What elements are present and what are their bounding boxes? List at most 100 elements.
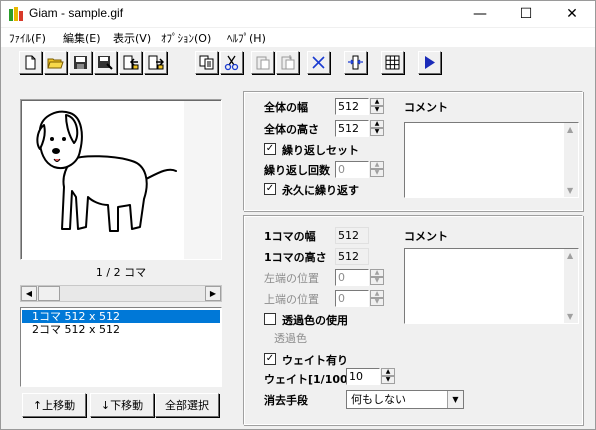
frame-scrollbar[interactable]: ◀ ▶ [20, 285, 222, 302]
comment-scrollbar[interactable]: ▲ ▼ [564, 123, 578, 197]
fit-button[interactable] [344, 51, 367, 74]
loop-forever-checkbox[interactable]: ✓ [264, 183, 276, 195]
frame-comment-label: コメント [404, 230, 448, 243]
global-width-spinner[interactable]: ▲ ▼ [370, 98, 384, 115]
cut-icon [224, 55, 239, 71]
frame-settings-panel: 1コマの幅 512 1コマの高さ 512 左端の位置 0 ▲ ▼ 上端の位置 0 … [243, 215, 583, 425]
wait-value-input[interactable]: 10 [346, 368, 380, 385]
spin-down-icon[interactable]: ▼ [370, 277, 384, 285]
menu-bar: ﾌｧｲﾙ(F) 編集(E) 表示(V) ｵﾌﾟｼｮﾝ(O) ﾍﾙﾌﾟ(H) [1, 28, 595, 47]
import-button[interactable] [119, 51, 142, 74]
frame-width-label: 1コマの幅 [264, 230, 316, 243]
scroll-down-icon[interactable]: ▼ [567, 186, 573, 195]
select-all-button[interactable]: 全部選択 [155, 393, 219, 417]
wait-label: ウェイト有り [282, 354, 348, 367]
minimize-button[interactable]: — [457, 1, 503, 27]
frame-width-value: 512 [335, 227, 369, 244]
scroll-left-arrow-icon[interactable]: ◀ [21, 286, 37, 301]
preview-canvas [22, 101, 184, 259]
comment-scrollbar[interactable]: ▲ ▼ [564, 249, 578, 323]
global-comment-input[interactable]: ▲ ▼ [404, 122, 579, 198]
open-button[interactable] [44, 51, 67, 74]
transparent-color-label: 透過色 [274, 332, 307, 345]
loop-count-spinner[interactable]: ▲ ▼ [370, 161, 384, 178]
preview-margin [184, 101, 221, 259]
global-height-input[interactable]: 512 [335, 120, 369, 137]
frame-top-spinner[interactable]: ▲ ▼ [370, 290, 384, 307]
save-as-button[interactable] [94, 51, 117, 74]
grid-button[interactable] [381, 51, 404, 74]
copy-button[interactable] [195, 51, 218, 74]
frame-left-spinner[interactable]: ▲ ▼ [370, 269, 384, 286]
scroll-thumb[interactable] [38, 286, 60, 301]
scroll-up-icon[interactable]: ▲ [567, 125, 573, 134]
spin-down-icon[interactable]: ▼ [370, 128, 384, 136]
app-window: Giam - sample.gif — ☐ ✕ ﾌｧｲﾙ(F) 編集(E) 表示… [0, 0, 596, 430]
spin-up-icon[interactable]: ▲ [370, 269, 384, 277]
menu-edit[interactable]: 編集(E) [63, 30, 101, 46]
dispose-select[interactable]: 何もしない ▼ [346, 390, 464, 409]
wait-checkbox[interactable]: ✓ [264, 353, 276, 365]
frame-height-value: 512 [335, 248, 369, 265]
paste-insert-button[interactable] [276, 51, 299, 74]
frame-comment-input[interactable]: ▲ ▼ [404, 248, 579, 324]
global-settings-panel: 全体の幅 512 ▲ ▼ 全体の高さ 512 ▲ ▼ ✓ 繰り返しセット 繰り返し回… [243, 91, 583, 211]
list-item[interactable]: 2コマ 512 x 512 [22, 323, 220, 336]
list-item[interactable]: 1コマ 512 x 512 [22, 310, 220, 323]
scroll-up-icon[interactable]: ▲ [567, 251, 573, 260]
frame-top-label: 上端の位置 [264, 293, 319, 306]
global-width-input[interactable]: 512 [335, 98, 369, 115]
close-button[interactable]: ✕ [549, 1, 595, 27]
frame-counter: 1 / 2 コマ [95, 266, 147, 279]
scroll-right-arrow-icon[interactable]: ▶ [205, 286, 221, 301]
transparent-checkbox[interactable] [264, 313, 276, 325]
spin-up-icon[interactable]: ▲ [370, 161, 384, 169]
spin-up-icon[interactable]: ▲ [370, 120, 384, 128]
frame-list[interactable]: 1コマ 512 x 512 2コマ 512 x 512 [20, 307, 222, 387]
save-as-icon [98, 56, 113, 70]
delete-button[interactable] [307, 51, 330, 74]
global-comment-label: コメント [404, 101, 448, 114]
loop-set-checkbox[interactable]: ✓ [264, 143, 276, 155]
chevron-down-icon[interactable]: ▼ [447, 391, 463, 408]
spin-down-icon[interactable]: ▼ [381, 376, 395, 384]
global-width-label: 全体の幅 [264, 101, 308, 114]
menu-file[interactable]: ﾌｧｲﾙ(F) [9, 30, 46, 46]
app-icon [9, 7, 23, 21]
new-file-button[interactable] [19, 51, 42, 74]
frame-left-input[interactable]: 0 [335, 269, 369, 286]
move-up-button[interactable]: ↑上移動 [22, 393, 86, 417]
global-height-spinner[interactable]: ▲ ▼ [370, 120, 384, 137]
transparent-label: 透過色の使用 [282, 314, 348, 327]
spin-up-icon[interactable]: ▲ [370, 98, 384, 106]
spin-down-icon[interactable]: ▼ [370, 169, 384, 177]
maximize-button[interactable]: ☐ [503, 1, 549, 27]
grid-icon [385, 55, 400, 70]
frame-left-label: 左端の位置 [264, 272, 319, 285]
spin-down-icon[interactable]: ▼ [370, 106, 384, 114]
open-folder-icon [47, 58, 64, 69]
spin-up-icon[interactable]: ▲ [370, 290, 384, 298]
play-button[interactable] [418, 51, 441, 74]
spin-down-icon[interactable]: ▼ [370, 298, 384, 306]
paste-button[interactable] [251, 51, 274, 74]
scroll-down-icon[interactable]: ▼ [567, 312, 573, 321]
move-down-button[interactable]: ↓下移動 [90, 393, 154, 417]
save-button[interactable] [69, 51, 92, 74]
dispose-value: 何もしない [351, 393, 406, 406]
paste-icon [256, 56, 270, 70]
loop-set-label: 繰り返しセット [282, 144, 359, 157]
new-file-icon [25, 55, 36, 70]
menu-help[interactable]: ﾍﾙﾌﾟ(H) [227, 30, 266, 46]
cut-button[interactable] [220, 51, 243, 74]
wait-value-spinner[interactable]: ▲ ▼ [381, 368, 395, 385]
export-button[interactable] [144, 51, 167, 74]
spin-up-icon[interactable]: ▲ [381, 368, 395, 376]
frame-top-input[interactable]: 0 [335, 290, 369, 307]
loop-count-input[interactable]: 0 [335, 161, 369, 178]
export-icon [148, 55, 164, 70]
menu-options[interactable]: ｵﾌﾟｼｮﾝ(O) [161, 30, 211, 46]
dog-image [36, 110, 177, 232]
global-height-label: 全体の高さ [264, 123, 319, 136]
menu-view[interactable]: 表示(V) [113, 30, 151, 46]
